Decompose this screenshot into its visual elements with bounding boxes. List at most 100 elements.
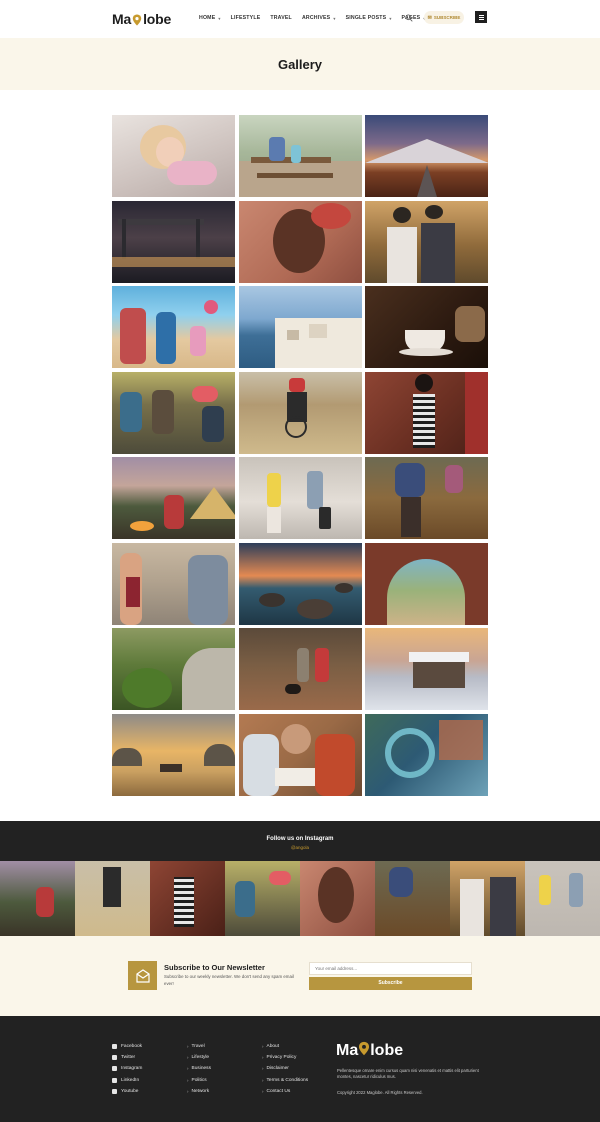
location-pin-icon [358,1041,370,1061]
instagram-feed [0,861,600,936]
page-title-band: Gallery [0,38,600,90]
footer-link-network[interactable]: › Network [187,1086,211,1097]
gallery-image-friends-reading-map[interactable] [238,713,362,796]
instagram-image[interactable] [75,861,150,936]
footer-link-travel[interactable]: › Travel [187,1041,211,1052]
gallery-grid [112,115,488,796]
chevron-right-icon: › [262,1055,264,1061]
instagram-image[interactable] [0,861,75,936]
gallery-image-snowy-cabin[interactable] [365,628,488,710]
menu-line [478,14,484,16]
gallery-image-hikers-forest[interactable] [365,457,488,539]
gallery-image-coffee-cup[interactable] [365,286,488,368]
footer-link-business[interactable]: › Business [187,1063,211,1074]
gallery-image-coastal-town[interactable] [238,286,362,368]
gallery-image-mountain-road[interactable] [365,115,488,197]
footer-page-links: › About › Privacy Policy › Disclaimer › Term… [262,1041,308,1097]
gallery-image-couple-with-luggage[interactable] [238,457,362,539]
nav-item-archives[interactable]: ARCHIVES ▾ [302,15,336,21]
instagram-handle[interactable]: @angola [0,845,600,850]
footer-logo[interactable]: Ma lobe [336,1041,403,1061]
chevron-down-icon: ▾ [218,15,221,21]
facebook-icon [112,1044,117,1050]
newsletter-section [0,936,600,1016]
location-pin-icon [132,13,142,26]
newsletter-email-input[interactable] [309,962,472,975]
newsletter-subscribe-button[interactable]: Subscribe [309,977,472,990]
gallery-image-woman-portrait[interactable] [238,200,362,283]
logo-text-end: lobe [143,11,172,27]
instagram-image[interactable] [450,861,525,936]
site-logo[interactable]: Ma lobe [112,10,171,28]
gallery-image-forest-path[interactable] [112,628,235,710]
footer-social-links: Facebook Twitter Instagram LinkedIn Yout… [112,1041,142,1097]
gallery-image-friends-selfie[interactable] [365,200,488,283]
footer-link-linkedin[interactable]: LinkedIn [112,1075,142,1086]
footer-link-facebook[interactable]: Facebook [112,1041,142,1052]
gallery-image-girl-in-bed[interactable] [112,115,235,197]
gallery-image-beach-family[interactable] [112,286,235,368]
footer-link-twitter[interactable]: Twitter [112,1052,142,1063]
gallery-image-aerial-coast[interactable] [365,713,488,796]
menu-line [478,16,484,18]
instagram-icon [112,1066,117,1072]
footer-link-lifestyle[interactable]: › Lifestyle [187,1052,211,1063]
nav-item-lifestyle[interactable]: LIFESTYLE [231,15,261,21]
instagram-section: Follow us on Instagram @angola [0,821,600,861]
instagram-image[interactable] [225,861,300,936]
mail-icon: ✉ [427,14,432,21]
gallery-image-ha-long-bay[interactable] [112,713,235,796]
gallery-image-rocky-beach-sunset[interactable] [238,542,362,625]
nav-item-home[interactable]: HOME ▾ [199,15,221,21]
footer-link-terms[interactable]: › Terms & Conditions [262,1075,308,1086]
gallery-image-camping-tent[interactable] [112,457,235,539]
chevron-down-icon: ▾ [389,15,392,21]
chevron-right-icon: › [262,1077,264,1083]
search-icon[interactable] [405,14,413,22]
instagram-image[interactable] [375,861,450,936]
instagram-image[interactable] [525,861,600,936]
instagram-image[interactable] [150,861,225,936]
chevron-right-icon: › [187,1055,189,1061]
main-nav: HOME ▾ LIFESTYLE TRAVEL ARCHIVES ▾ SINGLE … [199,15,436,21]
chevron-right-icon: › [262,1044,264,1050]
footer-link-contact[interactable]: › Contact Us [262,1086,308,1097]
chevron-right-icon: › [262,1088,264,1094]
subscribe-button[interactable]: ✉ SUBSCRIBE [424,11,464,24]
chevron-right-icon: › [262,1066,264,1072]
envelope-icon [128,961,157,990]
linkedin-icon [112,1077,117,1083]
gallery-image-stone-archway[interactable] [365,542,488,625]
gallery-image-woman-brick-wall[interactable] [365,371,488,454]
footer-link-instagram[interactable]: Instagram [112,1063,142,1074]
gallery-image-cyclist-wheat-field[interactable] [238,371,362,454]
footer-category-links: › Travel › Lifestyle › Business › Politics ›… [187,1041,211,1097]
footer-link-about[interactable]: › About [262,1041,308,1052]
site-header: Ma lobe HOME ▾ LIFESTYLE TRAVEL ARCHIVES ▾… [0,0,600,38]
nav-item-single-posts[interactable]: SINGLE POSTS ▾ [346,15,392,21]
footer-link-youtube[interactable]: Youtube [112,1086,142,1097]
footer-link-disclaimer[interactable]: › Disclaimer [262,1063,308,1074]
footer-copyright: Copyright 2022 Maglobe. All Rights Reser… [337,1090,423,1095]
gallery-image-picnic-table[interactable] [238,115,362,197]
gallery-image-campsite-friends[interactable] [112,371,235,454]
chevron-down-icon: ▾ [333,15,336,21]
nav-item-travel[interactable]: TRAVEL [270,15,292,21]
footer-link-politics[interactable]: › Politics [187,1075,211,1086]
gallery-image-woman-street[interactable] [112,542,235,625]
gallery-image-city-bridge-night[interactable] [112,200,235,283]
newsletter-title: Subscribe to Our Newsletter [164,963,265,972]
logo-text-start: Ma [112,11,132,27]
instagram-title: Follow us on Instagram [266,836,334,842]
gallery-image-couple-walking-dog[interactable] [238,628,362,710]
instagram-image[interactable] [300,861,375,936]
menu-line [478,18,484,20]
chevron-right-icon: › [187,1044,189,1050]
newsletter-description: Subscribe to our weekly newsletter. We d… [164,974,294,986]
youtube-icon [112,1088,117,1094]
twitter-icon [112,1055,117,1061]
chevron-right-icon: › [187,1066,189,1072]
chevron-right-icon: › [187,1088,189,1094]
footer-link-privacy-policy[interactable]: › Privacy Policy [262,1052,308,1063]
hamburger-menu-button[interactable] [475,11,487,23]
